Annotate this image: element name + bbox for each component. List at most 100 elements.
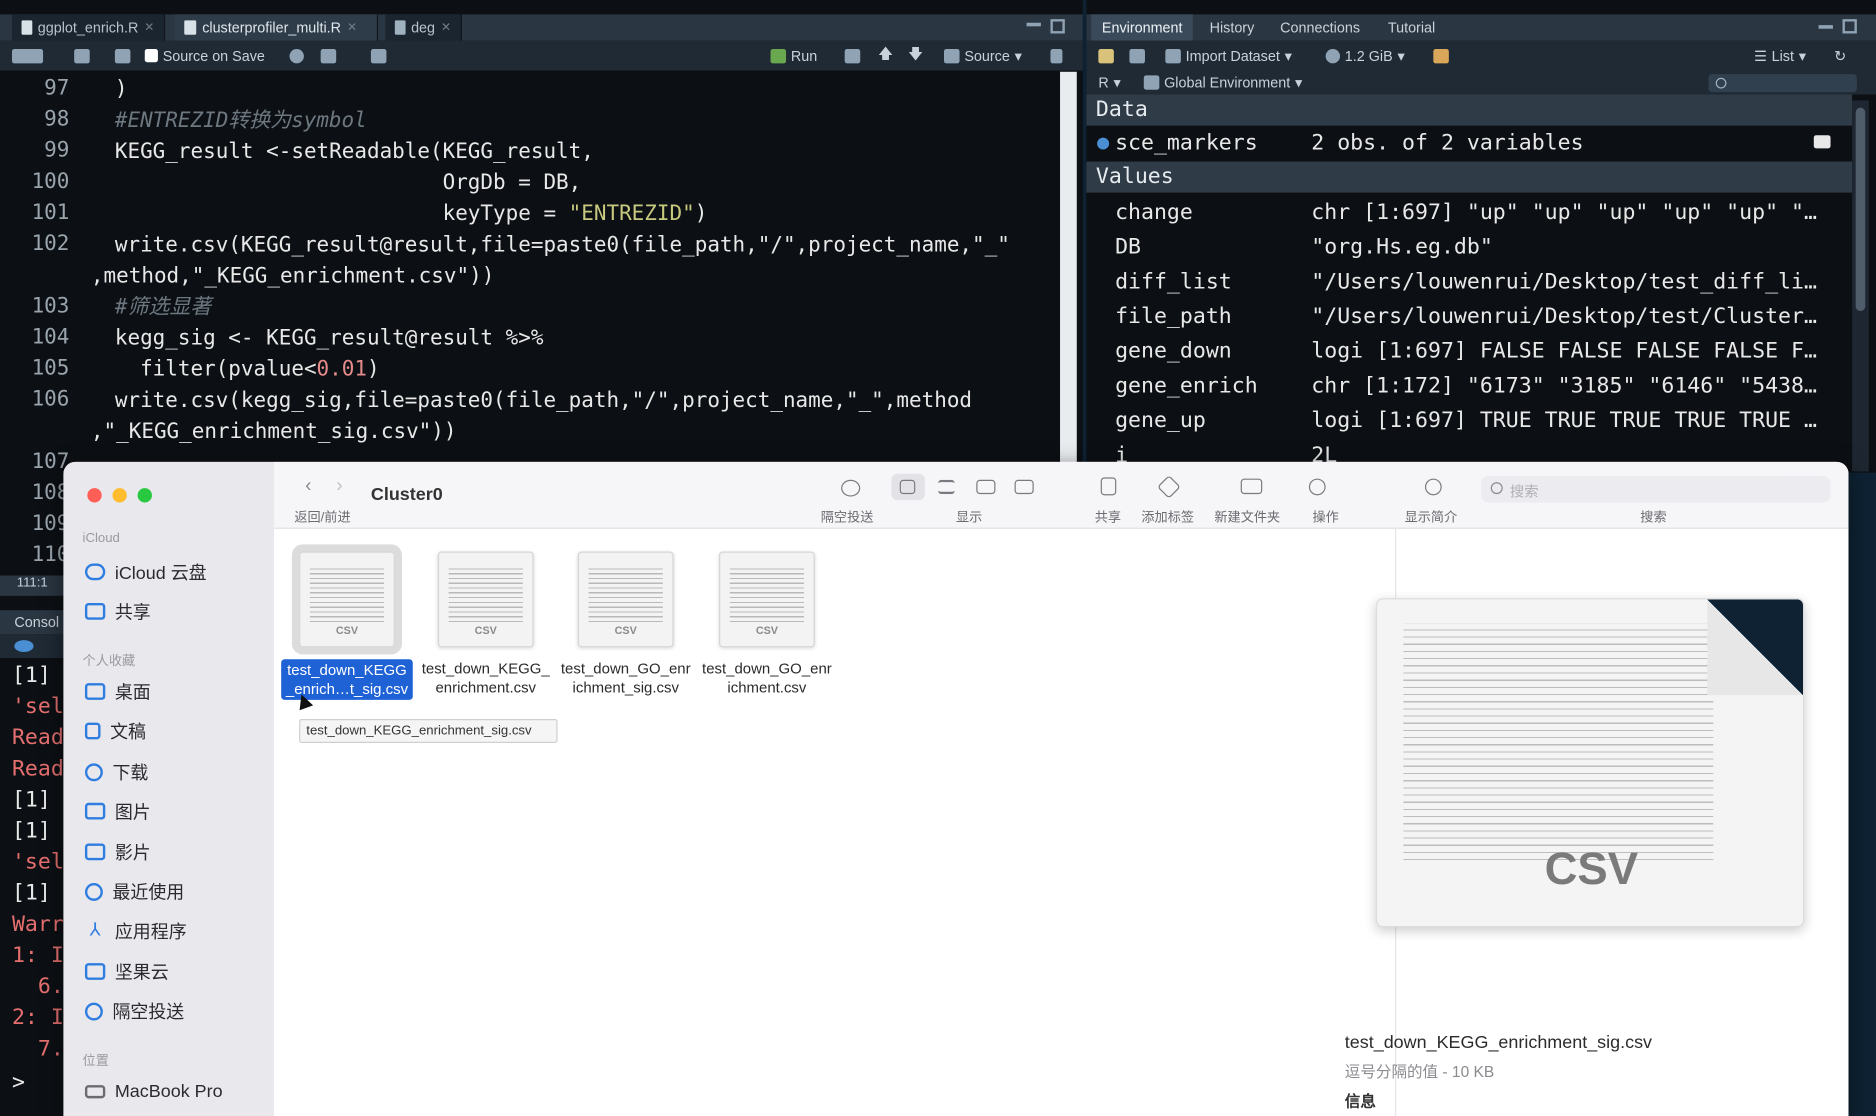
console-prompt[interactable]: > bbox=[12, 1070, 25, 1095]
expand-icon[interactable] bbox=[1097, 137, 1110, 150]
finder-sidebar: iCloud iCloud 云盘 共享 个人收藏 桌面 文稿 下载 图片 影片 … bbox=[63, 461, 274, 1116]
file-item[interactable]: CSV test_down_GO_enrichment_sig.csv bbox=[560, 551, 692, 698]
sidebar-item-macbook-pro[interactable]: MacBook Pro bbox=[84, 1078, 223, 1104]
search-icon[interactable] bbox=[289, 41, 304, 71]
scrollbar-thumb[interactable] bbox=[1855, 107, 1866, 312]
sidebar-item-applications[interactable]: ⅄ 应用程序 bbox=[85, 918, 187, 944]
view-mode-button[interactable]: ☰ List ▾ bbox=[1754, 41, 1806, 71]
file-item[interactable]: CSV test_down_KEGG_enrichment.csv bbox=[420, 551, 552, 698]
environment-search-input[interactable] bbox=[1708, 74, 1857, 93]
line-number: 106 bbox=[31, 387, 70, 412]
import-dataset-button[interactable]: Import Dataset ▾ bbox=[1165, 41, 1292, 71]
language-dropdown[interactable]: R ▾ bbox=[1098, 71, 1120, 95]
file-item[interactable]: CSV test_down_GO_enrichment.csv bbox=[701, 551, 833, 698]
file-item[interactable]: CSV test_down_KEGG_enrich…t_sig.csv bbox=[281, 544, 413, 700]
save-icon[interactable] bbox=[114, 41, 131, 71]
tab-connections[interactable]: Connections bbox=[1269, 14, 1370, 40]
environment-row[interactable]: gene_up logi [1:697] TRUE TRUE TRUE TRUE … bbox=[1086, 403, 1852, 438]
sidebar-item-pictures[interactable]: 图片 bbox=[84, 798, 151, 824]
sidebar-item-shared[interactable]: 共享 bbox=[84, 598, 151, 624]
environment-dropdown[interactable]: Global Environment ▾ bbox=[1143, 71, 1302, 95]
tab-ggplot-enrich[interactable]: ggplot_enrich.R ✕ bbox=[11, 14, 166, 41]
new-folder-icon[interactable] bbox=[1240, 478, 1263, 495]
airdrop-icon[interactable] bbox=[841, 479, 861, 497]
view-data-icon[interactable] bbox=[1813, 135, 1831, 149]
environment-row[interactable]: file_path "/Users/louwenrui/Desktop/test/… bbox=[1086, 299, 1852, 334]
data-section-header: Data bbox=[1086, 94, 1853, 126]
environment-row[interactable]: diff_list "/Users/louwenrui/Desktop/test_… bbox=[1086, 264, 1852, 299]
code-area[interactable]: ) #ENTREZID转换为symbol KEGG_result <-setRe… bbox=[91, 72, 1060, 467]
minimize-window-button[interactable] bbox=[112, 488, 127, 503]
outline-icon[interactable] bbox=[1050, 41, 1063, 71]
rerun-icon[interactable] bbox=[844, 41, 861, 71]
tab-tutorial[interactable]: Tutorial bbox=[1377, 14, 1446, 40]
environment-row[interactable]: gene_down logi [1:697] FALSE FALSE FALSE … bbox=[1086, 334, 1852, 369]
csv-file-icon: CSV bbox=[291, 544, 403, 655]
line-number: 104 bbox=[31, 325, 70, 350]
up-arrow-icon[interactable]: 🡅 bbox=[878, 41, 893, 71]
column-view-icon[interactable] bbox=[976, 479, 996, 495]
environment-row[interactable]: DB "org.Hs.eg.db" bbox=[1086, 230, 1852, 265]
show-in-window-icon[interactable] bbox=[74, 41, 90, 71]
tab-environment[interactable]: Environment bbox=[1091, 14, 1194, 41]
sidebar-item-jianguoyun[interactable]: 坚果云 bbox=[84, 958, 169, 984]
share-icon[interactable] bbox=[1100, 477, 1117, 496]
down-arrow-icon[interactable]: 🡇 bbox=[908, 41, 923, 71]
list-view-icon[interactable] bbox=[938, 479, 955, 495]
environment-row[interactable]: change chr [1:697] "up" "up" "up" "up" "u… bbox=[1086, 195, 1852, 230]
load-workspace-icon[interactable] bbox=[1098, 41, 1114, 71]
sidebar-item-airdrop[interactable]: 隔空投送 bbox=[84, 998, 184, 1024]
sidebar-item-desktop[interactable]: 桌面 bbox=[84, 678, 151, 704]
airdrop-icon bbox=[84, 1002, 103, 1020]
line-number: 97 bbox=[44, 76, 70, 101]
save-workspace-icon[interactable] bbox=[1129, 41, 1145, 71]
maximize-pane-icon[interactable] bbox=[1842, 19, 1857, 34]
close-icon[interactable]: ✕ bbox=[441, 21, 451, 34]
back-icon[interactable]: ‹ bbox=[305, 476, 311, 498]
console-output: [1] bbox=[11, 880, 51, 906]
line-number: 103 bbox=[31, 294, 70, 319]
environment-toolbar: Import Dataset ▾ 1.2 GiB ▾ ☰ List ▾ ↻ bbox=[1086, 40, 1876, 71]
compile-report-icon[interactable] bbox=[370, 41, 387, 71]
memory-usage[interactable]: 1.2 GiB ▾ bbox=[1325, 41, 1405, 71]
sidebar-item-recents[interactable]: 最近使用 bbox=[84, 878, 184, 904]
refresh-icon[interactable]: ↻ bbox=[1834, 41, 1846, 71]
console-toolbar bbox=[0, 634, 72, 659]
forward-icon[interactable]: › bbox=[336, 476, 342, 498]
gallery-view-icon[interactable] bbox=[1014, 479, 1034, 495]
source-button[interactable]: Source ▾ bbox=[943, 41, 1022, 71]
source-on-save-checkbox[interactable]: Source on Save bbox=[144, 41, 265, 71]
finder-search-input[interactable]: 搜索 bbox=[1481, 476, 1831, 503]
action-menu-icon[interactable] bbox=[1308, 478, 1326, 496]
maximize-pane-icon[interactable] bbox=[1050, 19, 1065, 34]
sidebar-item-icloud-drive[interactable]: iCloud 云盘 bbox=[84, 559, 207, 585]
sidebar-item-downloads[interactable]: 下载 bbox=[84, 759, 148, 785]
r-file-icon bbox=[184, 20, 197, 35]
desktop-icon bbox=[84, 683, 106, 700]
editor-scrollbar[interactable] bbox=[1060, 71, 1077, 467]
run-button[interactable]: Run bbox=[770, 41, 817, 71]
tab-clusterprofiler-multi[interactable]: clusterprofiler_multi.R ✕ bbox=[174, 14, 379, 41]
console-tab[interactable]: Consol bbox=[0, 610, 72, 635]
file-name: test_down_KEGG_enrichment.csv bbox=[421, 660, 550, 697]
clear-workspace-icon[interactable] bbox=[1433, 41, 1449, 71]
zoom-window-button[interactable] bbox=[137, 488, 152, 503]
minimize-pane-icon[interactable] bbox=[1026, 22, 1041, 27]
console-output: 2: I bbox=[11, 1005, 64, 1031]
minimize-pane-icon[interactable] bbox=[1818, 25, 1833, 29]
info-icon[interactable] bbox=[1424, 478, 1442, 496]
close-icon[interactable]: ✕ bbox=[347, 21, 357, 34]
back-forward-icon[interactable] bbox=[11, 41, 44, 71]
code-tools-icon[interactable] bbox=[320, 41, 337, 71]
code-line: write.csv(kegg_sig,file=paste0(file_path… bbox=[114, 388, 973, 413]
console-output: [1] bbox=[11, 818, 51, 844]
tab-history[interactable]: History bbox=[1199, 14, 1265, 40]
environment-row[interactable]: sce_markers 2 obs. of 2 variables bbox=[1086, 126, 1852, 161]
sidebar-item-movies[interactable]: 影片 bbox=[84, 839, 151, 865]
close-icon[interactable]: ✕ bbox=[144, 21, 154, 34]
close-window-button[interactable] bbox=[87, 488, 102, 503]
tab-deg[interactable]: deg ✕ bbox=[385, 14, 462, 41]
environment-row[interactable]: gene_enrich chr [1:172] "6173" "3185" "61… bbox=[1086, 369, 1852, 404]
photo-icon bbox=[84, 802, 106, 820]
sidebar-item-documents[interactable]: 文稿 bbox=[84, 718, 146, 744]
